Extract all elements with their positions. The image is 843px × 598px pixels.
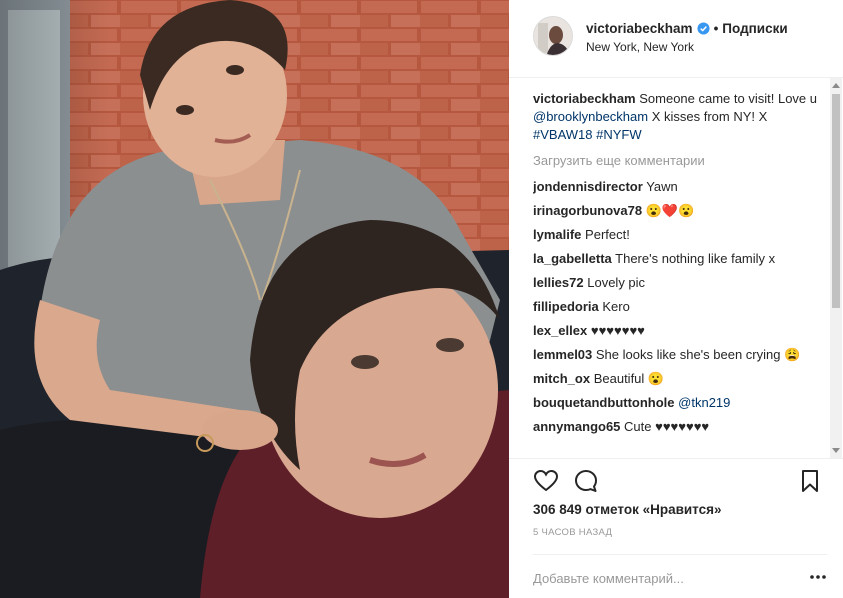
comment: bouquetandbuttonhole @tkn219 [533, 394, 827, 412]
bookmark-icon[interactable] [799, 469, 821, 493]
separator-dot: • [713, 21, 719, 36]
comment-text: Yawn [646, 179, 678, 194]
comment-text: Lovely pic [587, 275, 646, 290]
comment: lemmel03 She looks like she's been cryin… [533, 346, 827, 364]
comment: fillipedoria Kero [533, 298, 827, 316]
comment-username[interactable]: lymalife [533, 227, 581, 242]
comment-text: Perfect! [585, 227, 630, 242]
caption-username[interactable]: victoriabeckham [533, 91, 636, 106]
more-options-icon[interactable] [809, 572, 827, 582]
post-header: victoriabeckham • Подписки New York, New… [509, 0, 843, 78]
comment: lymalife Perfect! [533, 226, 827, 244]
comment-text: Cute ♥♥♥♥♥♥♥ [624, 419, 710, 434]
likes-count[interactable]: 306 849 отметок «Нравится» [533, 502, 722, 517]
caption: victoriabeckham Someone came to visit! L… [533, 90, 827, 144]
comment-username[interactable]: la_gabelletta [533, 251, 612, 266]
comment-username[interactable]: jondennisdirector [533, 179, 643, 194]
comment-username[interactable]: annymango65 [533, 419, 620, 434]
comment: jondennisdirector Yawn [533, 178, 827, 196]
comment: lellies72 Lovely pic [533, 274, 827, 292]
comment-username[interactable]: irinagorbunova78 [533, 203, 642, 218]
comment: lex_ellex ♥♥♥♥♥♥♥ [533, 322, 827, 340]
heart-icon[interactable] [533, 468, 559, 494]
location-link[interactable]: New York, New York [586, 40, 694, 54]
comment: la_gabelletta There's nothing like famil… [533, 250, 827, 268]
comments-list: victoriabeckham Someone came to visit! L… [533, 90, 827, 456]
caption-hashtag[interactable]: #NYFW [596, 127, 642, 142]
comment-username[interactable]: lex_ellex [533, 323, 587, 338]
follow-button[interactable]: Подписки [722, 21, 787, 36]
comment: irinagorbunova78 😮❤️😮 [533, 202, 827, 220]
comment-username[interactable]: fillipedoria [533, 299, 599, 314]
caption-mention[interactable]: @brooklynbeckham [533, 109, 648, 124]
comment-username[interactable]: lemmel03 [533, 347, 592, 362]
comment-text: There's nothing like family x [615, 251, 776, 266]
caption-text: X kisses from NY! X [648, 109, 768, 124]
post-timestamp[interactable]: 5 часов назад [533, 527, 612, 538]
post-actions [509, 458, 843, 502]
comment: mitch_ox Beautiful 😮 [533, 370, 827, 388]
comment-text: She looks like she's been crying 😩 [595, 347, 801, 362]
comments-scrollbar[interactable] [830, 78, 842, 458]
comment-text: 😮❤️😮 [645, 203, 695, 218]
comment: annymango65 Cute ♥♥♥♥♥♥♥ [533, 418, 827, 436]
add-comment-input[interactable] [533, 567, 793, 589]
add-comment-section [533, 554, 827, 598]
verified-icon [697, 22, 710, 35]
caption-hashtag[interactable]: #VBAW18 [533, 127, 593, 142]
scrollbar-thumb[interactable] [832, 94, 840, 308]
author-username[interactable]: victoriabeckham [586, 21, 693, 36]
comment-text: ♥♥♥♥♥♥♥ [590, 323, 645, 338]
comment-username[interactable]: lellies72 [533, 275, 584, 290]
post-photo[interactable] [0, 0, 509, 598]
load-more-comments[interactable]: Загрузить еще комментарии [533, 152, 827, 170]
comment-username[interactable]: bouquetandbuttonhole [533, 395, 675, 410]
post-author: victoriabeckham • Подписки [586, 21, 788, 36]
comment-icon[interactable] [573, 468, 599, 494]
comment-text: Kero [602, 299, 630, 314]
post-sidebar: victoriabeckham • Подписки New York, New… [509, 0, 843, 598]
avatar[interactable] [533, 16, 573, 56]
caption-text: Someone came to visit! Love u [639, 91, 817, 106]
comment-mention[interactable]: @tkn219 [678, 395, 730, 410]
scroll-down-arrow-icon[interactable] [832, 448, 840, 453]
scroll-up-arrow-icon[interactable] [832, 83, 840, 88]
comment-text: Beautiful 😮 [593, 371, 665, 386]
comment-username[interactable]: mitch_ox [533, 371, 590, 386]
